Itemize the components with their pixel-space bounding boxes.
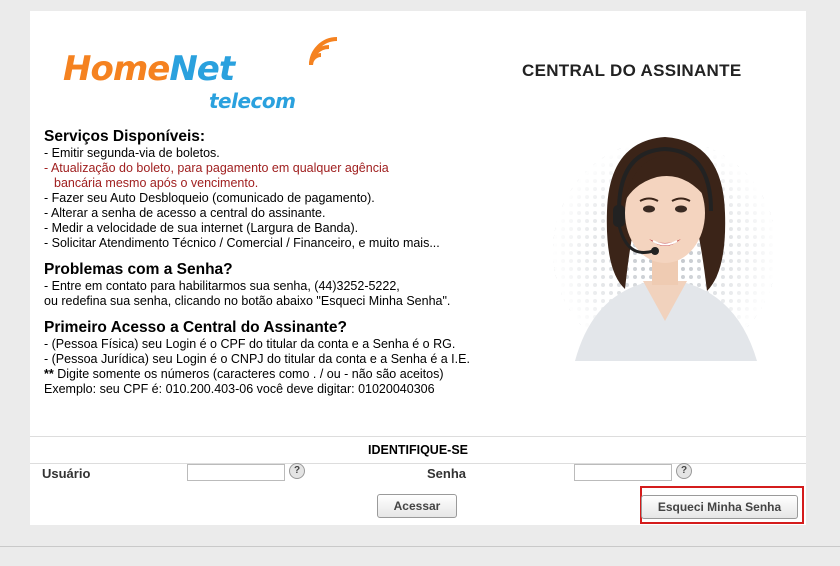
forgot-password-button[interactable]: Esqueci Minha Senha	[641, 495, 798, 519]
wifi-signal-icon	[309, 37, 338, 66]
logo-subtitle: telecom	[209, 89, 296, 113]
service-item: - Medir a velocidade de sua internet (La…	[44, 221, 359, 235]
info-content: Serviços Disponíveis: - Emitir segunda-v…	[44, 128, 524, 407]
footer-divider	[0, 546, 840, 547]
password-problems-heading: Problemas com a Senha?	[44, 261, 233, 278]
first-access-line: Exemplo: seu CPF é: 010.200.403-06 você …	[44, 382, 435, 396]
services-section: Serviços Disponíveis: - Emitir segunda-v…	[44, 128, 524, 251]
password-problems-section: Problemas com a Senha? - Entre em contat…	[44, 261, 524, 309]
service-item: bancária mesmo após o vencimento.	[54, 176, 259, 190]
service-item: - Emitir segunda-via de boletos.	[44, 146, 220, 160]
user-label: Usuário	[42, 466, 91, 481]
password-problems-line: - Entre em contato para habilitarmos sua…	[44, 279, 400, 293]
login-button[interactable]: Acessar	[377, 494, 457, 518]
identify-section-header: IDENTIFIQUE-SE	[30, 436, 806, 464]
first-access-line: - (Pessoa Física) seu Login é o CPF do t…	[44, 337, 456, 351]
first-access-note: Digite somente os números (caracteres co…	[57, 367, 444, 381]
services-heading: Serviços Disponíveis:	[44, 128, 206, 145]
service-item: - Atualização do boleto, para pagamento …	[44, 161, 389, 175]
first-access-heading: Primeiro Acesso a Central do Assinante?	[44, 319, 347, 336]
main-panel: HomeNet telecom CENTRAL DO ASSINANTE Ser…	[30, 11, 806, 525]
user-input[interactable]	[187, 464, 285, 481]
logo-wordmark: HomeNet	[63, 49, 235, 89]
first-access-section: Primeiro Acesso a Central do Assinante? …	[44, 319, 524, 397]
service-item: - Alterar a senha de acesso a central do…	[44, 206, 326, 220]
user-help-icon[interactable]: ?	[289, 463, 305, 479]
service-item: - Solicitar Atendimento Técnico / Comerc…	[44, 236, 440, 250]
logo-word-home: Home	[63, 49, 170, 89]
password-label: Senha	[427, 466, 467, 481]
page-title: CENTRAL DO ASSINANTE	[522, 61, 742, 80]
first-access-line: - (Pessoa Jurídica) seu Login é o CNPJ d…	[44, 352, 470, 366]
logo-word-net: Net	[169, 49, 235, 89]
password-problems-line: ou redefina sua senha, clicando no botão…	[44, 294, 451, 308]
bullet-prefix: **	[44, 367, 54, 381]
service-item: - Fazer seu Auto Desbloqueio (comunicado…	[44, 191, 375, 205]
password-input[interactable]	[574, 464, 672, 481]
support-agent-image	[553, 137, 777, 361]
homenet-logo: HomeNet telecom	[63, 37, 363, 119]
first-access-line: ** Digite somente os números (caracteres…	[44, 367, 524, 382]
password-help-icon[interactable]: ?	[676, 463, 692, 479]
